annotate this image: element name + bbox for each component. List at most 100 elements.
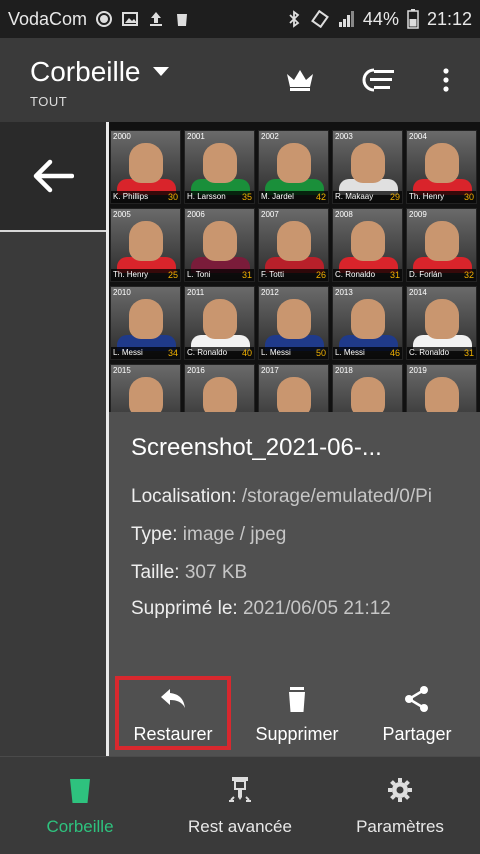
card-number: 30: [463, 192, 474, 202]
tab-corbeille[interactable]: Corbeille: [0, 775, 160, 837]
upload-icon: [150, 12, 163, 26]
card-face: [129, 221, 163, 261]
card-face: [425, 377, 459, 412]
card-face: [351, 143, 385, 183]
deleted-value: 2021/06/05 21:12: [242, 598, 391, 619]
card-number: 50: [315, 348, 326, 358]
size-row: Taille: 307 KB: [131, 562, 480, 584]
card-number: 30: [167, 192, 178, 202]
card-face: [277, 143, 311, 183]
share-button[interactable]: Partager: [371, 676, 463, 750]
card-face: [425, 143, 459, 183]
restore-label: Restaurer: [133, 724, 213, 744]
card-face: [351, 377, 385, 412]
sort-icon[interactable]: [360, 66, 398, 94]
card-face: [129, 299, 163, 339]
card-face: [203, 221, 237, 261]
card-face: [129, 377, 163, 412]
card-year: 2004: [409, 132, 427, 141]
delete-button[interactable]: Supprimer: [247, 676, 347, 750]
tab-label: Corbeille: [46, 817, 114, 836]
card-number: 34: [167, 348, 178, 358]
location-value: /storage/emulated/0/Pi: [241, 486, 433, 507]
location-label: Localisation:: [131, 486, 237, 507]
clock: 21:12: [426, 8, 472, 29]
more-vert-icon[interactable]: [436, 66, 456, 94]
location-row: Localisation: /storage/emulated/0/Pi: [131, 486, 480, 508]
player-card: 2019: [406, 364, 477, 412]
type-value: image / jpeg: [182, 524, 287, 545]
player-card: 2005 Th. Henry 25: [110, 208, 181, 282]
card-year: 2010: [113, 288, 131, 297]
player-card: 2016: [184, 364, 255, 412]
trash-icon: [177, 14, 188, 26]
card-year: 2006: [187, 210, 205, 219]
share-label: Partager: [382, 724, 452, 744]
card-year: 2003: [335, 132, 353, 141]
player-card: 2007 F. Totti 26: [258, 208, 329, 282]
card-year: 2018: [335, 366, 353, 375]
signal-icon: [338, 11, 354, 27]
restore-button[interactable]: Restaurer: [115, 676, 231, 750]
delete-label: Supprimer: [255, 724, 339, 744]
page-title: Corbeille: [30, 56, 141, 87]
card-face: [277, 377, 311, 412]
image-icon: [122, 12, 139, 26]
card-year: 2013: [335, 288, 353, 297]
card-face: [203, 377, 237, 412]
card-number: 40: [241, 348, 252, 358]
tab-rest-avancee[interactable]: Rest avancée: [160, 775, 320, 837]
card-year: 2002: [261, 132, 279, 141]
tab-parametres[interactable]: Paramètres: [320, 775, 480, 837]
tab-label: Paramètres: [356, 817, 444, 836]
battery-icon: [407, 9, 419, 29]
card-year: 2007: [261, 210, 279, 219]
player-card: 2013 L. Messi 46: [332, 286, 403, 360]
card-year: 2012: [261, 288, 279, 297]
card-year: 2014: [409, 288, 427, 297]
folder-dropdown[interactable]: Corbeille: [30, 56, 169, 88]
app-bar: Corbeille TOUT: [0, 38, 480, 122]
card-number: 25: [167, 270, 178, 280]
tab-label: Rest avancée: [188, 817, 292, 836]
card-number: 42: [315, 192, 326, 202]
player-card: 2006 L. Toni 31: [184, 208, 255, 282]
player-card: 2014 C. Ronaldo 31: [406, 286, 477, 360]
drill-icon: [229, 777, 251, 802]
card-number: 31: [241, 270, 252, 280]
card-number: 31: [389, 270, 400, 280]
card-number: 31: [463, 348, 474, 358]
card-number: 26: [315, 270, 326, 280]
trash-icon: [289, 687, 305, 712]
card-number: 35: [241, 192, 252, 202]
player-card: 2004 Th. Henry 30: [406, 130, 477, 204]
card-face: [203, 299, 237, 339]
card-face: [425, 299, 459, 339]
back-button[interactable]: [0, 122, 106, 232]
size-label: Taille:: [131, 562, 180, 583]
bluetooth-icon: [289, 10, 300, 28]
card-year: 2011: [187, 288, 205, 297]
card-year: 2015: [113, 366, 131, 375]
player-card: 2017: [258, 364, 329, 412]
player-card: 2009 D. Forlán 32: [406, 208, 477, 282]
file-name: Screenshot_2021-06-...: [131, 434, 382, 461]
trash-bin-icon: [70, 779, 90, 803]
player-card: 2018: [332, 364, 403, 412]
card-year: 2017: [261, 366, 279, 375]
file-thumbnail[interactable]: 2000 K. Phillips 30 2001 H. Larsson 35 2002 M. …: [109, 122, 480, 412]
card-year: 2008: [335, 210, 353, 219]
card-number: 29: [389, 192, 400, 202]
type-row: Type: image / jpeg: [131, 524, 480, 546]
card-year: 2019: [409, 366, 427, 375]
player-card: 2001 H. Larsson 35: [184, 130, 255, 204]
card-year: 2009: [409, 210, 427, 219]
filter-label: TOUT: [30, 94, 68, 109]
size-value: 307 KB: [184, 562, 248, 583]
share-icon: [405, 686, 428, 712]
dropdown-arrow-icon: [152, 67, 169, 76]
player-card: 2002 M. Jardel 42: [258, 130, 329, 204]
back-arrow-icon: [33, 159, 74, 193]
crown-icon[interactable]: [284, 66, 316, 94]
deleted-row: Supprimé le: 2021/06/05 21:12: [131, 598, 480, 620]
